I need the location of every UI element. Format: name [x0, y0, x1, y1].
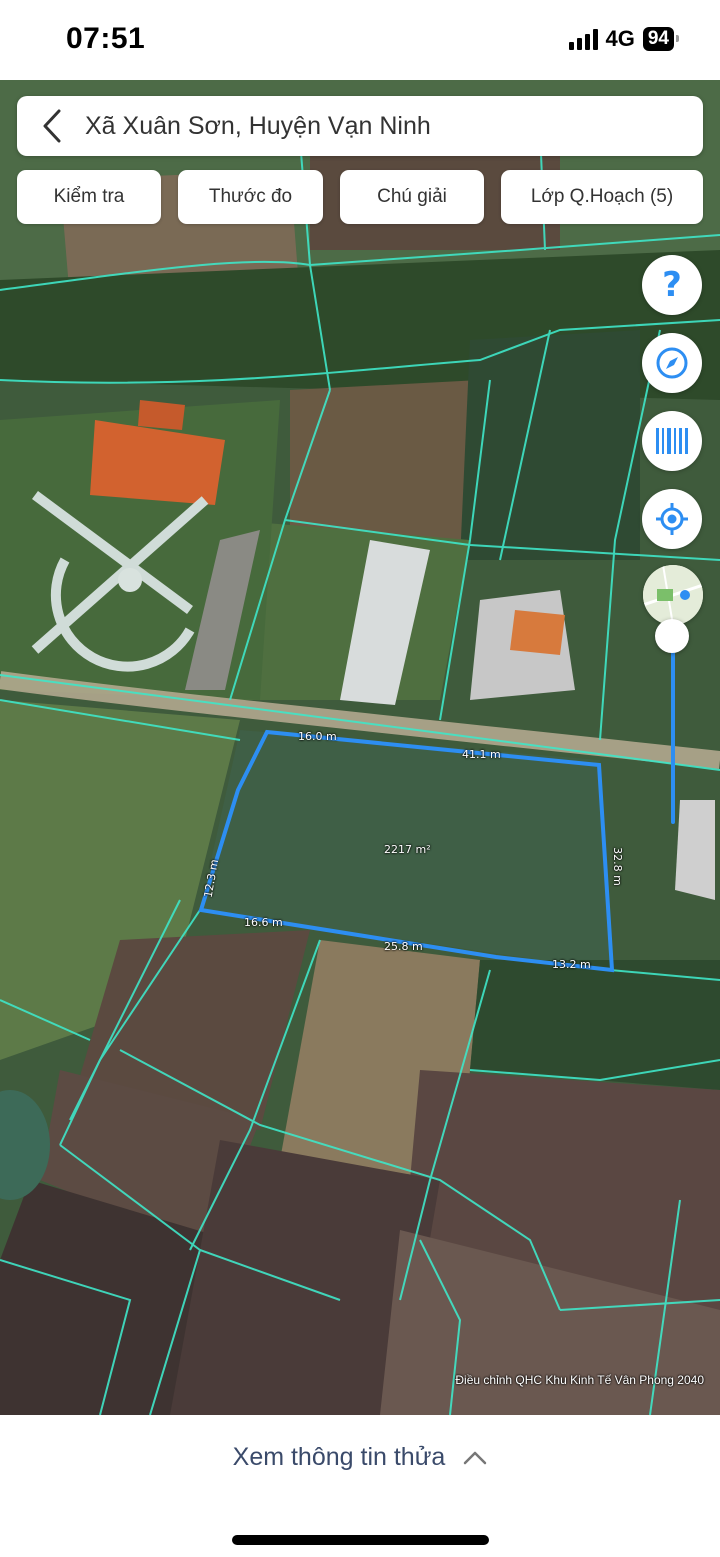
parcel-info-toggle[interactable]: Xem thông tin thửa [0, 1443, 720, 1472]
edge-label-top-left: 16.0 m [298, 730, 337, 743]
network-type: 4G [605, 26, 635, 51]
compass-button[interactable] [642, 333, 702, 393]
back-chevron-icon[interactable] [27, 96, 77, 156]
planning-layers-button[interactable]: Lớp Q.Hoạch (5) [501, 170, 703, 224]
edge-label-right: 32.8 m [610, 847, 624, 886]
help-button[interactable]: ? [642, 255, 702, 315]
edge-label-top-right: 41.1 m [462, 748, 501, 761]
chevron-up-icon [464, 1451, 487, 1464]
barcode-icon [656, 428, 688, 454]
edge-label-bottom-left: 16.6 m [244, 916, 283, 929]
locate-button[interactable] [642, 489, 702, 549]
status-time: 07:51 [66, 22, 146, 55]
parcel-area-label: 2217 m² [384, 843, 431, 856]
map-canvas [0, 80, 720, 1415]
battery-level: 94 [647, 28, 669, 49]
status-bar: 07:51 4G 94 [0, 0, 720, 80]
opacity-slider-knob[interactable] [655, 619, 689, 653]
location-title: Xã Xuân Sơn, Huyện Vạn Ninh [85, 111, 431, 140]
legend-button[interactable]: Chú giải [340, 170, 484, 224]
location-search-bar[interactable]: Xã Xuân Sơn, Huyện Vạn Ninh [17, 96, 703, 156]
basemap-thumbnail[interactable] [643, 565, 703, 625]
map-attribution: Điều chỉnh QHC Khu Kinh Tế Vân Phong 204… [455, 1373, 704, 1387]
basemap-map-icon [643, 565, 703, 625]
edge-label-bottom-middle: 25.8 m [384, 940, 423, 953]
locate-icon [656, 503, 688, 535]
measure-button[interactable]: Thước đo [178, 170, 323, 224]
bottom-sheet[interactable]: Xem thông tin thửa [0, 1415, 720, 1557]
opacity-slider-track[interactable] [671, 634, 675, 824]
status-indicators: 4G 94 [568, 26, 679, 52]
home-indicator [232, 1535, 489, 1545]
scan-button[interactable] [642, 411, 702, 471]
edge-label-bottom-right: 13.2 m [552, 958, 591, 971]
compass-icon [656, 347, 688, 379]
satellite-map[interactable]: 16.0 m 41.1 m 32.8 m 13.2 m 25.8 m 16.6 … [0, 80, 720, 1415]
help-icon: ? [662, 265, 682, 305]
parcel-info-label: Xem thông tin thửa [232, 1443, 446, 1471]
map-toolbar: Kiểm tra Thước đo Chú giải Lớp Q.Hoạch (… [17, 170, 703, 224]
check-button[interactable]: Kiểm tra [17, 170, 161, 224]
battery-icon: 94 [642, 27, 679, 51]
cellular-signal-icon [568, 28, 598, 50]
